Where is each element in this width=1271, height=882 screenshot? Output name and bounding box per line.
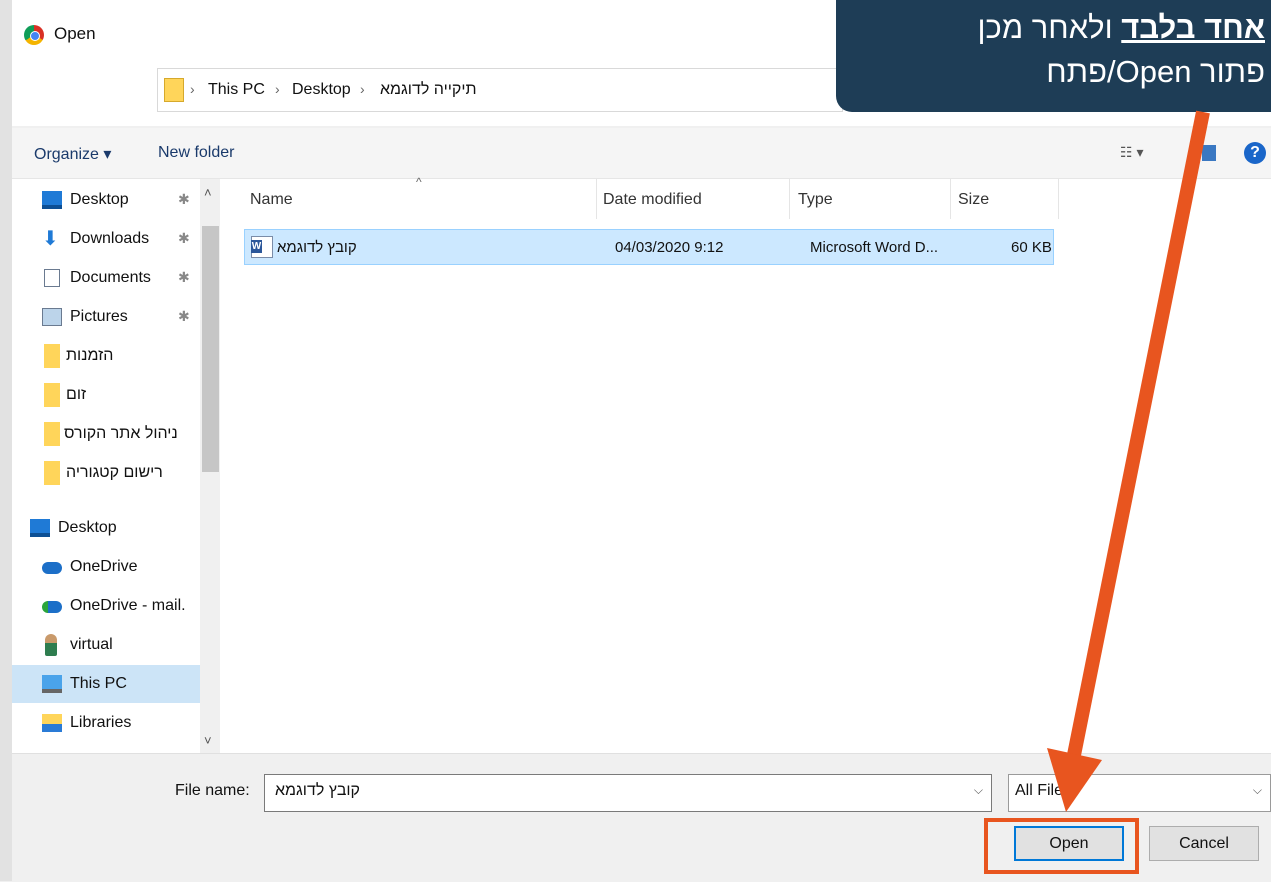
nav-item-label: Desktop	[70, 191, 129, 208]
column-header-size[interactable]: Size	[958, 191, 989, 209]
nav-item-label: OneDrive	[70, 558, 138, 575]
nav-item-this-pc[interactable]: This PC	[12, 665, 200, 703]
pictures-icon	[42, 308, 62, 326]
column-divider[interactable]	[789, 179, 790, 219]
dialog-title: Open	[54, 24, 96, 43]
onedrive-icon	[42, 562, 62, 574]
nav-item-label: ניהול אתר הקורס	[64, 425, 178, 442]
callout-underlined-text: אחד בלבד	[1121, 10, 1265, 45]
file-name: קובץ לדוגמא	[277, 239, 357, 256]
downloads-icon: ⬇	[42, 228, 59, 250]
command-bar: Organize ▾ New folder ☷ ▾ ?	[12, 128, 1271, 179]
nav-item-desktop-pinned[interactable]: Desktop ✱	[12, 181, 200, 219]
breadcrumb-current-folder[interactable]: תיקייה לדוגמא	[380, 81, 477, 99]
folder-icon	[164, 78, 184, 102]
organize-menu[interactable]: Organize ▾	[34, 144, 111, 164]
column-divider[interactable]	[950, 179, 951, 219]
nav-item-label: Downloads	[70, 230, 150, 247]
nav-item-pictures[interactable]: Pictures ✱	[12, 298, 200, 336]
computer-icon	[42, 675, 62, 693]
nav-item-label: virtual	[70, 636, 113, 653]
user-icon	[45, 634, 57, 656]
nav-item-folder-category[interactable]: רישום קטגוריה	[12, 454, 200, 492]
file-row[interactable]: W קובץ לדוגמא 04/03/2020 9:12 Microsoft …	[244, 229, 1054, 265]
column-header-type[interactable]: Type	[798, 191, 833, 209]
nav-item-label: OneDrive - mail.	[70, 597, 186, 614]
nav-item-label: Documents	[70, 269, 151, 286]
column-header-name[interactable]: Name	[250, 191, 293, 209]
column-header-date-modified[interactable]: Date modified	[603, 191, 702, 209]
column-divider[interactable]	[1058, 179, 1059, 219]
nav-item-libraries[interactable]: Libraries	[12, 704, 200, 742]
nav-item-onedrive[interactable]: OneDrive	[12, 548, 200, 586]
file-date-modified: 04/03/2020 9:12	[615, 239, 724, 256]
column-divider[interactable]	[596, 179, 597, 219]
file-size: 60 KB	[1011, 239, 1052, 256]
file-name-input[interactable]: קובץ לדוגמא ⌵	[264, 774, 992, 812]
nav-item-virtual-user[interactable]: virtual	[12, 626, 200, 664]
nav-item-label: זום	[66, 386, 87, 403]
folder-icon	[44, 344, 60, 368]
nav-item-documents[interactable]: Documents ✱	[12, 259, 200, 297]
nav-item-label: Desktop	[58, 519, 117, 536]
folder-icon	[44, 422, 60, 446]
file-list-pane: ^ Name Date modified Type Size W קובץ לד…	[220, 175, 1271, 753]
nav-item-label: Pictures	[70, 308, 128, 325]
file-name-value: קובץ לדוגמא	[275, 782, 360, 799]
scroll-down-chevron-icon[interactable]: ˅	[204, 733, 212, 748]
nav-item-label: This PC	[70, 675, 127, 692]
instruction-callout: אחד בלבד ולאחר מכן פתור Open/פתח	[836, 0, 1271, 112]
chevron-down-icon[interactable]: ⌵	[974, 783, 983, 798]
cancel-button[interactable]: Cancel	[1149, 826, 1259, 861]
callout-text: אחד בלבד ולאחר מכן פתור Open/פתח	[978, 6, 1266, 94]
breadcrumb-separator: ›	[360, 81, 365, 97]
word-document-icon: W	[251, 236, 273, 258]
nav-item-onedrive-business[interactable]: OneDrive - mail.	[12, 587, 200, 625]
file-type-filter[interactable]: All Files ⌵	[1008, 774, 1271, 812]
view-options-icon[interactable]: ☷ ▾	[1120, 144, 1143, 161]
nav-item-label: הזמנות	[66, 347, 114, 364]
nav-item-folder-zoom[interactable]: זום	[12, 376, 200, 414]
callout-line2: פתור Open/פתח	[1046, 54, 1265, 89]
nav-item-folder-course-site[interactable]: ניהול אתר הקורס	[12, 415, 200, 453]
folder-icon	[44, 383, 60, 407]
help-icon[interactable]: ?	[1244, 142, 1266, 164]
pin-icon: ✱	[178, 191, 190, 207]
nav-item-label: רישום קטגוריה	[66, 464, 163, 481]
callout-line1-rest: ולאחר מכן	[977, 10, 1122, 45]
documents-icon	[44, 269, 60, 287]
open-file-dialog: Open ← → ⌄ ↑ › This PC › Desktop › תיקיי…	[12, 0, 1271, 882]
sort-ascending-icon: ^	[416, 175, 422, 189]
libraries-icon	[42, 714, 62, 732]
chevron-down-icon[interactable]: ⌵	[1253, 783, 1262, 798]
navigation-pane: Desktop ✱ ⬇ Downloads ✱ Documents ✱ Pict…	[12, 179, 200, 753]
nav-item-folder-hazmanot[interactable]: הזמנות	[12, 337, 200, 375]
address-breadcrumb[interactable]: › This PC › Desktop › תיקייה לדוגמא	[157, 68, 843, 112]
scrollbar-thumb[interactable]	[202, 226, 219, 472]
breadcrumb-desktop[interactable]: Desktop	[292, 81, 351, 99]
file-name-label: File name:	[175, 782, 250, 799]
nav-item-desktop[interactable]: Desktop	[12, 509, 200, 547]
new-folder-button[interactable]: New folder	[158, 144, 234, 162]
chrome-icon	[24, 25, 44, 45]
onedrive-business-icon	[42, 601, 62, 613]
pin-icon: ✱	[178, 230, 190, 246]
nav-item-label: Libraries	[70, 714, 132, 731]
file-type: Microsoft Word D...	[810, 239, 939, 256]
scroll-up-chevron-icon[interactable]: ˄	[204, 185, 212, 200]
pin-icon: ✱	[178, 308, 190, 324]
breadcrumb-separator: ›	[275, 81, 280, 97]
folder-icon	[44, 461, 60, 485]
desktop-icon	[42, 191, 62, 209]
breadcrumb-this-pc[interactable]: This PC	[208, 81, 265, 99]
file-type-filter-value: All Files	[1015, 782, 1072, 799]
open-button-highlight	[984, 818, 1139, 874]
nav-item-downloads[interactable]: ⬇ Downloads ✱	[12, 220, 200, 258]
preview-pane-icon[interactable]	[1202, 145, 1216, 161]
desktop-icon	[30, 519, 50, 537]
breadcrumb-separator: ›	[190, 81, 195, 97]
pin-icon: ✱	[178, 269, 190, 285]
